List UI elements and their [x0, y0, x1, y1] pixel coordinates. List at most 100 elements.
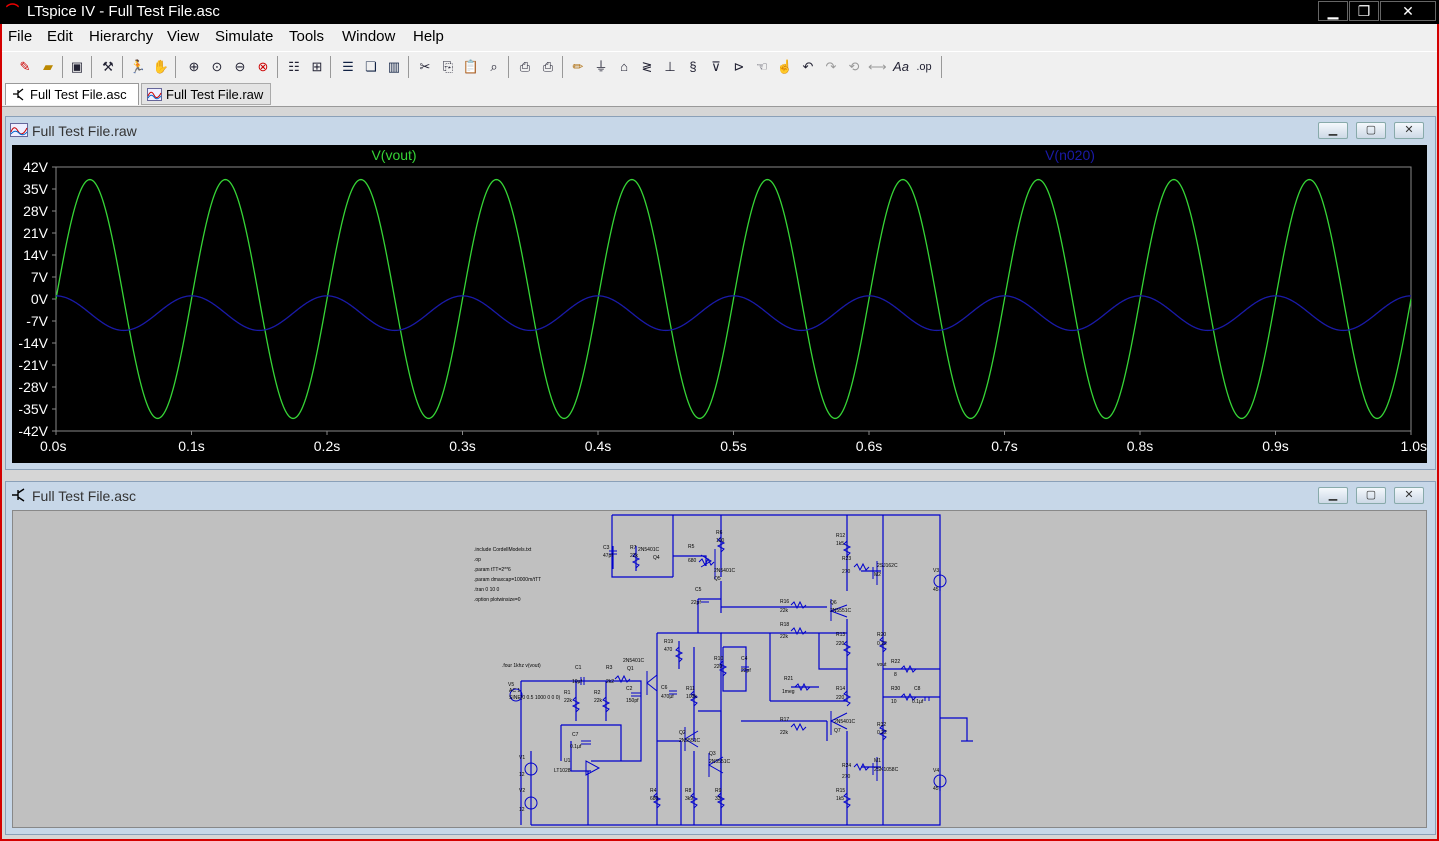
wire-icon[interactable]: ✏ [569, 58, 587, 76]
component-label: R22 [891, 659, 900, 665]
label-icon[interactable]: ⌂ [615, 58, 633, 76]
component-label: R17 [780, 717, 789, 723]
component-label: R14 [836, 686, 845, 692]
menu-view[interactable]: View [167, 28, 199, 45]
run-icon[interactable]: 🏃 [129, 58, 147, 76]
move-icon[interactable]: ☜ [753, 58, 771, 76]
minimize-button[interactable]: ▁ [1318, 1, 1348, 21]
x-tick-label: 0.1s [178, 438, 204, 454]
schematic-canvas[interactable]: .include CordellModels.txt .op .param tTT=… [12, 510, 1427, 828]
drag-icon[interactable]: ☝ [776, 58, 794, 76]
component-label: V3 [933, 568, 939, 574]
component-label: 2N5551C [830, 608, 852, 614]
text-icon[interactable]: Aa [892, 58, 910, 76]
cut-icon[interactable]: ✂ [416, 58, 434, 76]
component-label: R12 [836, 533, 845, 539]
component-label: 0.22 [877, 730, 887, 736]
menu-simulate[interactable]: Simulate [215, 28, 273, 45]
capacitor-icon[interactable]: ⊥ [661, 58, 679, 76]
component-label: R18 [780, 622, 789, 628]
tile-horizontal-icon[interactable]: ☰ [339, 58, 357, 76]
x-tick-label: 0.9s [1262, 438, 1288, 454]
component-label: 2N5401C [623, 658, 645, 664]
component-label: C1 [575, 665, 582, 671]
paste-icon[interactable]: 📋 [462, 58, 480, 76]
new-schematic-icon[interactable]: ✎ [16, 58, 34, 76]
undo-icon[interactable]: ↶ [799, 58, 817, 76]
zoom-area-icon[interactable]: ⊙ [208, 58, 226, 76]
menu-hierarchy[interactable]: Hierarchy [89, 28, 153, 45]
component-label: M2 [874, 572, 881, 578]
halt-icon[interactable]: ✋ [152, 58, 170, 76]
component-label: 47pf [603, 553, 613, 559]
component-label: 470µf [661, 694, 674, 700]
component-label: C4 [741, 656, 748, 662]
autorange-icon[interactable]: ☷ [285, 58, 303, 76]
component-label: 1meg [782, 689, 795, 695]
component-label: R9 [715, 788, 722, 794]
zoom-in-icon[interactable]: ⊕ [185, 58, 203, 76]
schematic-minimize-button[interactable]: ▁ [1318, 487, 1348, 504]
tab-waveform[interactable]: Full Test File.raw [141, 83, 271, 105]
component-label: R3 [606, 665, 613, 671]
component-label: R4 [650, 788, 657, 794]
menu-window[interactable]: Window [342, 28, 395, 45]
waveform-minimize-button[interactable]: ▁ [1318, 122, 1348, 139]
x-tick-label: 0.6s [856, 438, 882, 454]
component-label: 220 [714, 664, 723, 670]
tile-vertical-icon[interactable]: ▥ [385, 58, 403, 76]
component-icon[interactable]: ⊳ [730, 58, 748, 76]
y-tick-label: -35V [18, 401, 48, 417]
component-label: 270 [842, 774, 851, 780]
waveform-icon [147, 88, 162, 101]
save-icon[interactable]: ▣ [68, 58, 86, 76]
copy-icon[interactable]: ⎘ [439, 58, 457, 76]
waveform-close-button[interactable]: ✕ [1394, 122, 1424, 139]
close-button[interactable]: ✕ [1380, 1, 1436, 21]
component-label: 0.1µf [570, 744, 582, 750]
component-label: R21 [784, 676, 793, 682]
waveform-plot[interactable]: 42V 35V 28V 21V 14V 7V 0V -7V -14V -21V -28V -35V -4… [12, 145, 1427, 463]
diode-icon[interactable]: ⊽ [707, 58, 725, 76]
tab-schematic[interactable]: Full Test File.asc [5, 83, 139, 105]
y-tick-label: -28V [18, 379, 48, 395]
menu-edit[interactable]: Edit [47, 28, 73, 45]
component-label: 220 [836, 695, 845, 701]
component-label: R10 [714, 656, 723, 662]
spice-directive-icon[interactable]: .op [915, 58, 933, 76]
component-label: 8 [894, 672, 897, 678]
tab-schematic-label: Full Test File.asc [30, 87, 127, 102]
menu-help[interactable]: Help [413, 28, 444, 45]
zoom-out-icon[interactable]: ⊖ [231, 58, 249, 76]
component-label: U1 [564, 758, 571, 764]
schematic-maximize-button[interactable]: ▢ [1356, 487, 1386, 504]
find-icon[interactable]: ⌕ [485, 58, 503, 76]
schematic-window-title: Full Test File.asc [32, 488, 136, 504]
zoom-cancel-icon[interactable]: ⊗ [254, 58, 272, 76]
open-icon[interactable]: ▰ [39, 58, 57, 76]
y-tick-label: 42V [23, 159, 49, 175]
rotate-icon[interactable]: ⟲ [845, 58, 863, 76]
component-label: 2SK1058C [874, 767, 899, 773]
mirror-icon[interactable]: ⟷ [868, 58, 887, 76]
series-legend-1: V(n020) [1045, 147, 1095, 163]
component-label: R5 [688, 544, 695, 550]
menu-tools[interactable]: Tools [289, 28, 324, 45]
cascade-icon[interactable]: ❏ [362, 58, 380, 76]
control-panel-icon[interactable]: ⚒ [99, 58, 117, 76]
schematic-close-button[interactable]: ✕ [1394, 487, 1424, 504]
ground-icon[interactable]: ⏚ [592, 58, 610, 76]
menu-file[interactable]: File [8, 28, 32, 45]
print-icon[interactable]: ⎙ [539, 58, 557, 76]
restore-button[interactable]: ❐ [1349, 1, 1379, 21]
component-label: 12 [519, 772, 525, 778]
waveform-maximize-button[interactable]: ▢ [1356, 122, 1386, 139]
component-label: C2 [626, 686, 633, 692]
inductor-icon[interactable]: § [684, 58, 702, 76]
component-label: R30 [891, 686, 900, 692]
mark-unmark-icon[interactable]: ⊞ [308, 58, 326, 76]
redo-icon[interactable]: ↷ [822, 58, 840, 76]
resistor-icon[interactable]: ≷ [638, 58, 656, 76]
spice-directive: .option plotwinsize=0 [474, 597, 521, 603]
print-preview-icon[interactable]: ⎙ [516, 58, 534, 76]
